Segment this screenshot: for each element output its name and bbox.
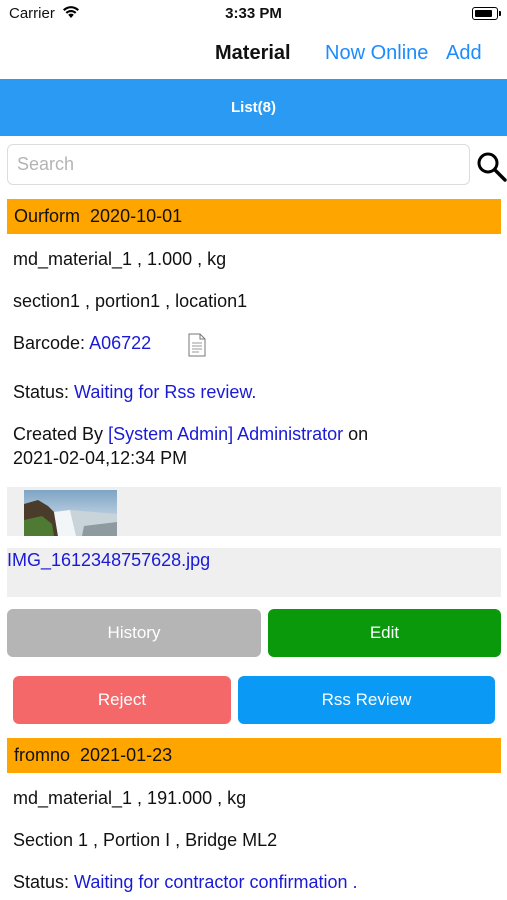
search-icon[interactable] (476, 151, 507, 182)
image-attachment (7, 487, 501, 536)
barcode-label: Barcode: (13, 333, 86, 353)
created-on-label: on (348, 424, 369, 444)
barcode-link[interactable]: A06722 (89, 333, 151, 353)
item-header[interactable]: Ourform 2020-10-01 (7, 199, 501, 234)
location-info: Section 1 , Portion I , Bridge ML2 (13, 830, 278, 850)
form-name: fromno (14, 745, 71, 765)
add-button[interactable]: Add (446, 42, 482, 65)
status-label: Status: (13, 872, 70, 892)
now-online-button[interactable]: Now Online (325, 42, 428, 65)
clock: 3:33 PM (225, 5, 282, 22)
item-date: 2020-10-01 (90, 206, 183, 226)
status-row: Status: Waiting for contractor confirmat… (13, 872, 358, 893)
page-title: Material (215, 42, 291, 64)
status-bar: Carrier 3:33 PM (0, 0, 507, 28)
navigation-bar: Material Now Online Add (0, 28, 507, 78)
created-by-link[interactable]: [System Admin] Administrator (108, 424, 343, 444)
document-icon[interactable] (188, 333, 206, 357)
reject-button[interactable]: Reject (13, 676, 231, 724)
status-label: Status: (13, 382, 70, 402)
status-value: Waiting for contractor confirmation . (74, 872, 358, 892)
created-by-row: Created By [System Admin] Administrator … (13, 424, 368, 445)
material-info: md_material_1 , 191.000 , kg (13, 788, 247, 808)
battery-icon (472, 7, 501, 20)
created-by-label: Created By (13, 424, 104, 444)
created-at: 2021-02-04,12:34 PM (13, 448, 188, 468)
barcode-row: Barcode: A06722 (13, 333, 151, 354)
item-date: 2021-01-23 (80, 745, 173, 765)
status-row: Status: Waiting for Rss review. (13, 382, 256, 403)
material-info: md_material_1 , 1.000 , kg (13, 249, 227, 269)
status-value: Waiting for Rss review. (74, 382, 257, 402)
location-info: section1 , portion1 , location1 (13, 291, 248, 311)
file-link[interactable]: IMG_1612348757628.jpg (7, 550, 210, 571)
search-input[interactable] (7, 144, 470, 185)
item-header[interactable]: fromno 2021-01-23 (7, 738, 501, 773)
form-name: Ourform (14, 206, 81, 226)
edit-button[interactable]: Edit (268, 609, 501, 657)
tab-list[interactable]: List(8) (0, 79, 507, 136)
photo-thumbnail[interactable] (24, 490, 117, 536)
history-button[interactable]: History (7, 609, 261, 657)
rss-review-button[interactable]: Rss Review (238, 676, 495, 724)
file-attachment: IMG_1612348757628.jpg (7, 548, 501, 597)
